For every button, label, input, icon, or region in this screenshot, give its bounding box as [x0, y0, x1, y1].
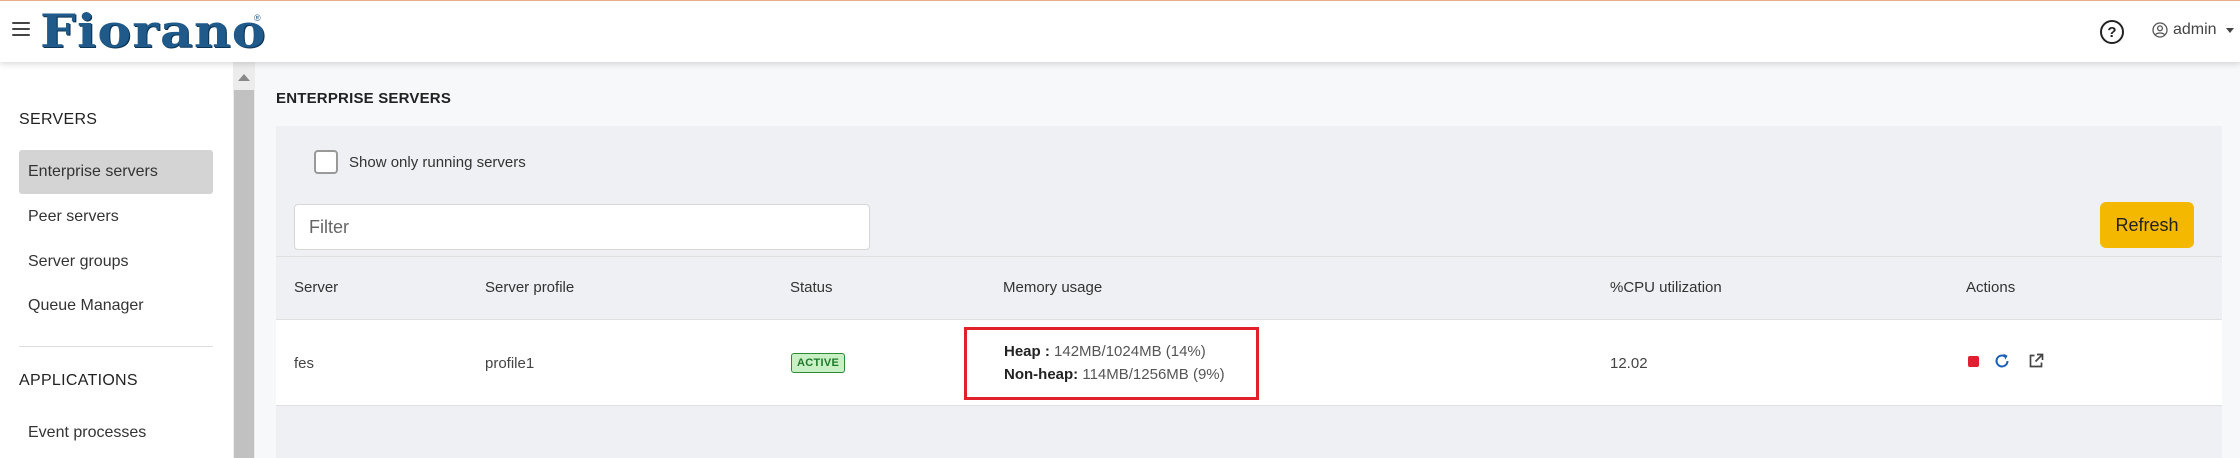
column-header-server: Server	[294, 279, 339, 296]
chevron-down-icon	[2225, 27, 2234, 33]
server-profile: profile1	[485, 355, 535, 372]
show-running-checkbox[interactable]	[314, 150, 338, 174]
sidebar: SERVERS Enterprise servers Peer servers …	[0, 62, 233, 458]
sidebar-item-peer-servers[interactable]: Peer servers	[19, 195, 213, 239]
restart-icon[interactable]	[1992, 351, 2012, 371]
status-badge: ACTIVE	[791, 353, 846, 373]
sidebar-section-servers: SERVERS	[19, 111, 98, 128]
sidebar-item-enterprise-servers[interactable]: Enterprise servers	[19, 150, 213, 194]
top-bar: Fiorano ® ? admin	[0, 0, 2240, 62]
memory-usage-highlight: Heap : 142MB/1024MB (14%) Non-heap: 114M…	[964, 327, 1259, 400]
sidebar-section-applications: APPLICATIONS	[19, 372, 138, 389]
hamburger-menu-icon[interactable]	[12, 22, 30, 38]
sidebar-item-server-groups[interactable]: Server groups	[19, 240, 213, 284]
page-title: ENTERPRISE SERVERS	[276, 90, 452, 107]
sidebar-item-queue-manager[interactable]: Queue Manager	[19, 284, 213, 328]
main-content: ENTERPRISE SERVERS Show only running ser…	[255, 62, 2240, 458]
table-row[interactable]: fes profile1 ACTIVE Heap : 142MB/1024MB …	[276, 320, 2222, 406]
open-external-icon[interactable]	[2026, 351, 2046, 371]
column-header-cpu-utilization: %CPU utilization	[1610, 279, 1722, 296]
scrollbar-thumb[interactable]	[234, 90, 254, 458]
heap-usage: Heap : 142MB/1024MB (14%)	[1004, 343, 1206, 360]
sidebar-scrollbar[interactable]	[233, 62, 255, 458]
column-header-status: Status	[790, 279, 833, 296]
user-icon	[2152, 22, 2168, 38]
table-header: Server Server profile Status Memory usag…	[276, 256, 2222, 320]
show-running-toggle[interactable]: Show only running servers	[314, 150, 526, 174]
sidebar-divider	[19, 346, 213, 347]
servers-table: Server Server profile Status Memory usag…	[276, 256, 2222, 406]
nonheap-usage: Non-heap: 114MB/1256MB (9%)	[1004, 366, 1225, 383]
filter-input[interactable]	[294, 204, 870, 250]
server-name: fes	[294, 355, 315, 372]
user-menu[interactable]: admin	[2152, 21, 2234, 39]
user-name: admin	[2173, 21, 2217, 38]
column-header-server-profile: Server profile	[485, 279, 575, 296]
help-icon[interactable]: ?	[2100, 20, 2124, 44]
servers-panel: Show only running servers Refresh Server…	[276, 126, 2222, 458]
sidebar-item-event-processes[interactable]: Event processes	[19, 411, 213, 455]
show-running-label: Show only running servers	[349, 153, 526, 171]
fiorano-logo[interactable]: Fiorano ®	[40, 4, 265, 58]
stop-icon[interactable]	[1968, 356, 1979, 367]
scroll-up-arrow-icon[interactable]	[238, 74, 250, 81]
refresh-button[interactable]: Refresh	[2100, 202, 2194, 248]
cpu-utilization: 12.02	[1610, 355, 1648, 372]
column-header-memory-usage: Memory usage	[1003, 279, 1103, 296]
column-header-actions: Actions	[1966, 279, 2016, 296]
